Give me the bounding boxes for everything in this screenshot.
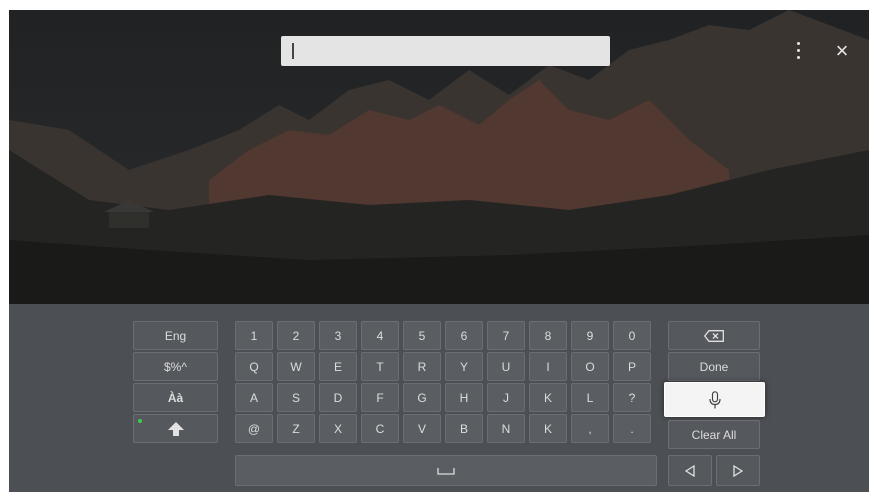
- key-shift[interactable]: [133, 414, 218, 443]
- key-char[interactable]: @: [235, 414, 273, 443]
- key-language[interactable]: Eng: [133, 321, 218, 350]
- triangle-right-icon: [733, 464, 743, 477]
- space-bar[interactable]: [235, 455, 657, 486]
- close-button[interactable]: ×: [831, 40, 853, 62]
- key-char[interactable]: G: [403, 383, 441, 412]
- key-char[interactable]: K: [529, 414, 567, 443]
- key-char[interactable]: C: [361, 414, 399, 443]
- key-char[interactable]: D: [319, 383, 357, 412]
- search-input[interactable]: [281, 36, 610, 66]
- triangle-left-icon: [685, 464, 695, 477]
- key-char[interactable]: A: [235, 383, 273, 412]
- key-char[interactable]: ,: [571, 414, 609, 443]
- cursor-right-button[interactable]: [716, 455, 760, 486]
- cursor-left-button[interactable]: [668, 455, 712, 486]
- shift-arrow-icon: [167, 421, 184, 436]
- key-char[interactable]: 6: [445, 321, 483, 350]
- key-char[interactable]: Q: [235, 352, 273, 381]
- tv-screen: × Eng $%^ Àà 1 2 3 4 5 6 7 8 9 0 Q W E T…: [9, 10, 869, 492]
- key-char[interactable]: F: [361, 383, 399, 412]
- key-char[interactable]: Z: [277, 414, 315, 443]
- key-char[interactable]: J: [487, 383, 525, 412]
- key-char[interactable]: P: [613, 352, 651, 381]
- more-options-button[interactable]: [788, 40, 808, 62]
- key-char[interactable]: 8: [529, 321, 567, 350]
- key-char[interactable]: 5: [403, 321, 441, 350]
- backspace-icon: [704, 329, 724, 342]
- key-char[interactable]: Y: [445, 352, 483, 381]
- key-char[interactable]: 4: [361, 321, 399, 350]
- key-char[interactable]: .: [613, 414, 651, 443]
- virtual-keyboard: Eng $%^ Àà 1 2 3 4 5 6 7 8 9 0 Q W E T R…: [9, 304, 869, 492]
- key-char[interactable]: O: [571, 352, 609, 381]
- space-icon: [437, 467, 455, 475]
- key-char[interactable]: V: [403, 414, 441, 443]
- key-symbols[interactable]: $%^: [133, 352, 218, 381]
- key-char[interactable]: 9: [571, 321, 609, 350]
- clear-all-button[interactable]: Clear All: [668, 420, 760, 449]
- microphone-icon: [708, 390, 721, 408]
- close-icon: ×: [835, 38, 849, 63]
- voice-input-button[interactable]: [664, 382, 765, 417]
- key-char[interactable]: T: [361, 352, 399, 381]
- key-char[interactable]: K: [529, 383, 567, 412]
- backspace-button[interactable]: [668, 321, 760, 350]
- key-char[interactable]: X: [319, 414, 357, 443]
- key-char[interactable]: B: [445, 414, 483, 443]
- vertical-dots-icon: [797, 42, 800, 45]
- key-char[interactable]: W: [277, 352, 315, 381]
- key-char[interactable]: H: [445, 383, 483, 412]
- key-char[interactable]: E: [319, 352, 357, 381]
- key-char[interactable]: I: [529, 352, 567, 381]
- key-char[interactable]: 2: [277, 321, 315, 350]
- key-char[interactable]: 7: [487, 321, 525, 350]
- shift-indicator: [138, 419, 142, 423]
- key-char[interactable]: N: [487, 414, 525, 443]
- key-char[interactable]: 1: [235, 321, 273, 350]
- key-char[interactable]: 0: [613, 321, 651, 350]
- text-cursor: [292, 43, 294, 59]
- key-char[interactable]: R: [403, 352, 441, 381]
- done-button[interactable]: Done: [668, 352, 760, 381]
- key-char[interactable]: U: [487, 352, 525, 381]
- key-char[interactable]: S: [277, 383, 315, 412]
- key-accents[interactable]: Àà: [133, 383, 218, 412]
- key-char[interactable]: ?: [613, 383, 651, 412]
- key-char[interactable]: 3: [319, 321, 357, 350]
- key-char[interactable]: L: [571, 383, 609, 412]
